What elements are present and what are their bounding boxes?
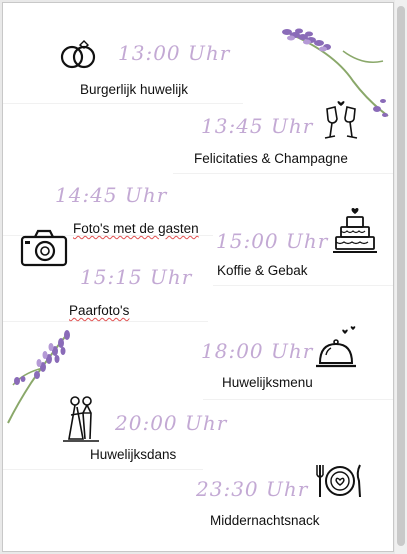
camera-icon [20,229,68,267]
time-text: 23:30 Uhr [196,477,309,501]
champagne-icon [324,101,358,139]
document-page: 13:00 Uhr Burgerlijk huwelijk 13:45 Uhr … [2,2,394,552]
time-text: 13:45 Uhr [201,114,314,138]
divider [203,399,393,400]
event-label: Middernachtsnack [210,513,320,528]
event-label: Koffie & Gebak [217,263,308,278]
time-text: 13:00 Uhr [118,41,231,65]
event-label: Burgerlijk huwelijk [80,82,189,97]
event-label: Huwelijksdans [90,447,177,462]
time-text: 20:00 Uhr [115,411,228,435]
event-label: Foto's met de gasten [73,221,199,236]
time-text: 14:45 Uhr [55,183,168,207]
divider [3,321,208,322]
event-label: Felicitaties & Champagne [194,151,348,166]
time-text: 15:00 Uhr [216,229,329,253]
scrollbar-thumb[interactable] [397,6,405,546]
divider [213,285,393,286]
rings-icon [60,40,96,69]
time-text: 15:15 Uhr [80,265,193,289]
event-label: Huwelijksmenu [222,375,313,390]
event-label: Paarfoto's [69,303,130,318]
divider [3,469,203,470]
time-text: 18:00 Uhr [201,339,314,363]
cloche-icon [316,326,356,368]
divider [3,103,243,104]
divider [173,173,393,174]
dancing-couple-icon [63,396,99,442]
plate-icon [316,464,361,498]
cake-icon [333,207,377,253]
